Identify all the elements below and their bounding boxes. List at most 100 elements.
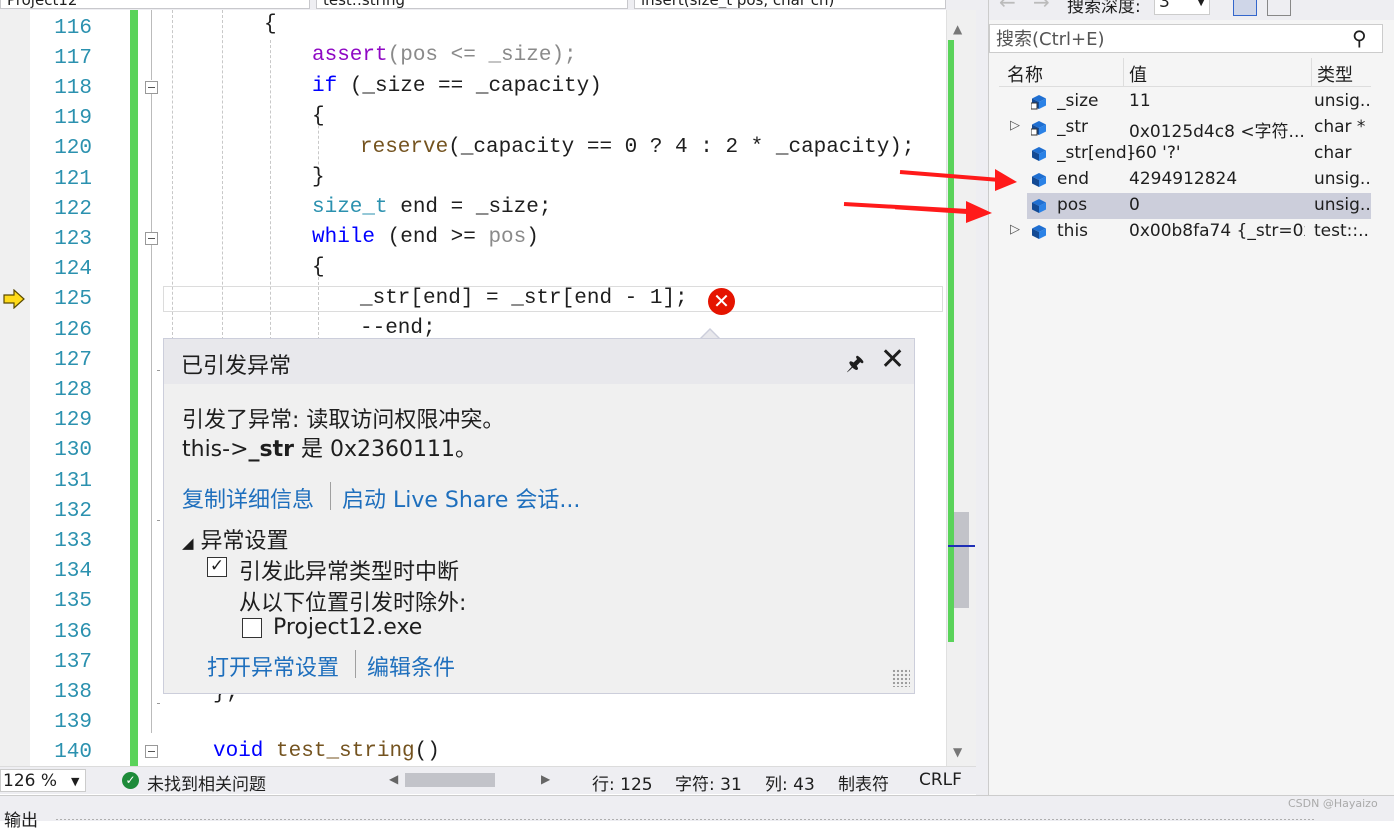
tab-icon[interactable]: [1267, 0, 1291, 16]
glyph-margin[interactable]: [0, 10, 30, 766]
column-header-type[interactable]: 类型: [1317, 61, 1353, 87]
indent-mode-indicator[interactable]: 制表符: [838, 770, 889, 795]
char-indicator[interactable]: 字符: 31: [675, 770, 742, 795]
chevron-down-icon: ▼: [71, 775, 80, 788]
line-number: 130: [54, 439, 92, 462]
line-number: 116: [54, 17, 92, 40]
exception-title: 已引发异常: [181, 354, 292, 379]
editor-status-bar: 126 % ▼ ✓ 未找到相关问题 ◀ ▶ 行: 125 字符: 31 列: 4…: [0, 766, 976, 795]
search-icon[interactable]: ⚲: [1352, 26, 1367, 50]
scroll-right-icon[interactable]: ▶: [541, 772, 550, 786]
code-line-118[interactable]: if (_size == _capacity): [312, 75, 602, 99]
pin-columns-icon[interactable]: [1233, 0, 1257, 16]
exception-detail-variable: _str: [248, 437, 294, 462]
row-value: 11: [1129, 91, 1151, 111]
line-number: 140: [54, 741, 92, 764]
exclude-module-checkbox[interactable]: [242, 618, 262, 638]
code-token: while: [312, 226, 376, 249]
scope-dropdown-label: test::string: [323, 0, 405, 9]
forward-arrow-icon[interactable]: →: [1033, 0, 1050, 14]
line-number: 135: [54, 590, 92, 613]
locals-row[interactable]: ▷ _str 0x0125d4c8 <字符... char *: [999, 115, 1371, 142]
outline-tick: [157, 703, 160, 704]
scroll-left-icon[interactable]: ◀: [389, 772, 398, 786]
break-when-thrown-label: 引发此异常类型时中断: [239, 560, 460, 585]
scope-dropdown[interactable]: test::string: [316, 0, 628, 9]
row-type: unsig...: [1314, 169, 1370, 189]
locals-row[interactable]: ▷ this 0x00b8fa74 {_str=0x... test::...: [999, 219, 1371, 245]
code-line-120[interactable]: reserve(_capacity == 0 ? 4 : 2 * _capaci…: [360, 136, 915, 160]
navigation-bar: Project12 test::string insert(size_t pos…: [0, 0, 976, 10]
column-header-value[interactable]: 值: [1129, 61, 1147, 87]
code-line-125[interactable]: _str[end] = _str[end - 1];: [360, 287, 688, 311]
current-statement-arrow-icon: [3, 289, 25, 309]
variable-icon: [1032, 225, 1046, 239]
row-type: char: [1314, 143, 1352, 163]
code-line-126[interactable]: --end;: [360, 317, 436, 337]
outline-tick: [157, 520, 160, 521]
function-dropdown-label: insert(size_t pos, char ch): [641, 0, 835, 9]
line-number: 128: [54, 379, 92, 402]
horizontal-scrollbar-thumb[interactable]: [405, 773, 495, 787]
row-name: _str: [1057, 117, 1089, 137]
locals-row[interactable]: _size 11 unsig...: [999, 89, 1371, 115]
function-dropdown[interactable]: insert(size_t pos, char ch): [634, 0, 946, 9]
expand-triangle-icon[interactable]: ▷: [1010, 118, 1020, 133]
output-title[interactable]: 输出: [4, 806, 38, 831]
line-number: 132: [54, 500, 92, 523]
locals-grid-header: 名称 值 类型: [999, 58, 1371, 87]
live-share-link[interactable]: 启动 Live Share 会话...: [342, 482, 580, 514]
line-indicator[interactable]: 行: 125: [592, 770, 653, 795]
pin-icon[interactable]: 🖈: [846, 349, 865, 383]
code-line-117[interactable]: assert(pos <= _size);: [312, 44, 577, 68]
column-header-name[interactable]: 名称: [1007, 61, 1043, 87]
outline-line: [151, 94, 152, 232]
row-type: unsig...: [1314, 91, 1370, 111]
collapse-toggle[interactable]: [145, 745, 158, 758]
line-ending-indicator[interactable]: CRLF: [919, 770, 962, 790]
break-when-thrown-checkbox[interactable]: ✓: [207, 557, 227, 577]
row-value: 0x00b8fa74 {_str=0x...: [1129, 221, 1305, 241]
row-value: 0x0125d4c8 <字符...: [1129, 122, 1305, 142]
code-line-119[interactable]: {: [312, 105, 325, 129]
locals-row[interactable]: _str[end] -60 '?' char: [999, 141, 1371, 167]
outline-line: [151, 245, 152, 733]
error-icon[interactable]: ✕: [708, 288, 735, 315]
zoom-dropdown[interactable]: 126 % ▼: [0, 769, 86, 792]
locals-search[interactable]: ⚲: [989, 24, 1383, 54]
search-depth-dropdown[interactable]: 3 ▼: [1154, 0, 1210, 15]
code-line-122[interactable]: size_t end = _size;: [312, 196, 551, 220]
search-input[interactable]: [990, 25, 1358, 54]
code-line-121[interactable]: }: [312, 166, 325, 190]
variable-icon: [1032, 173, 1046, 187]
close-icon[interactable]: ✕: [880, 343, 905, 377]
line-number: 138: [54, 681, 92, 704]
code-line-124[interactable]: {: [312, 256, 325, 280]
code-line-140[interactable]: void test_string(): [213, 740, 440, 764]
scrollbar-thumb[interactable]: [954, 512, 969, 608]
line-number: 136: [54, 621, 92, 644]
locals-row-selected[interactable]: pos 0 unsig...: [999, 193, 1371, 219]
scroll-up-icon[interactable]: ▲: [953, 22, 962, 36]
column-separator[interactable]: [1123, 58, 1124, 86]
resize-grip-icon[interactable]: [892, 669, 910, 687]
collapse-toggle[interactable]: [145, 81, 158, 94]
copy-details-link[interactable]: 复制详细信息: [182, 482, 314, 514]
row-name: end: [1057, 169, 1090, 189]
code-line-116[interactable]: {: [264, 13, 277, 37]
panel-grip[interactable]: [55, 818, 1315, 820]
exception-settings-header[interactable]: ◢ 异常设置: [182, 523, 289, 555]
code-token: pos: [488, 226, 527, 249]
column-indicator[interactable]: 列: 43: [765, 770, 815, 795]
code-line-123[interactable]: while (end >= pos): [312, 226, 539, 250]
locals-row[interactable]: end 4294912824 unsig...: [999, 167, 1371, 193]
row-name: this: [1057, 221, 1089, 241]
panel-splitter[interactable]: [976, 0, 988, 795]
column-separator[interactable]: [1311, 58, 1312, 86]
edit-conditions-link[interactable]: 编辑条件: [367, 650, 455, 682]
open-exception-settings-link[interactable]: 打开异常设置: [207, 650, 339, 682]
back-arrow-icon[interactable]: ←: [999, 0, 1016, 14]
collapse-toggle[interactable]: [145, 232, 158, 245]
issues-status[interactable]: 未找到相关问题: [147, 770, 266, 795]
scroll-down-icon[interactable]: ▼: [953, 745, 962, 759]
